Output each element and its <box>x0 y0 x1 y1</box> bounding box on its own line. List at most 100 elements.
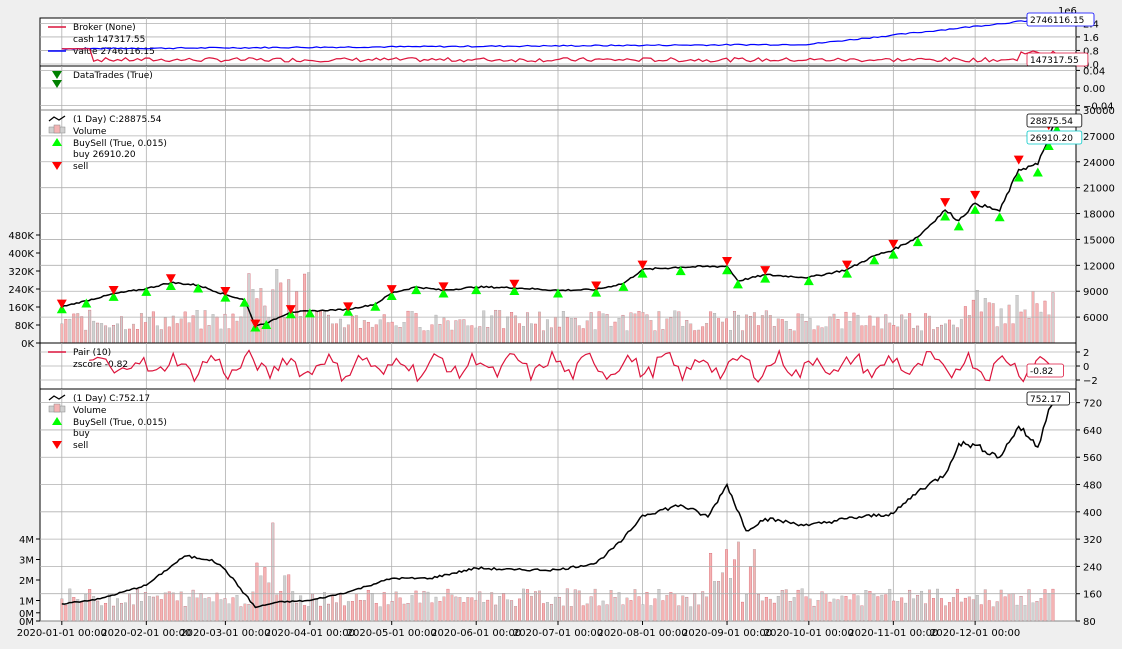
volume-bar <box>764 310 768 344</box>
volume-bar <box>251 591 255 622</box>
volume-bar <box>135 329 139 344</box>
volume-bar <box>231 313 235 344</box>
volume-bar <box>593 329 597 344</box>
volume-bar <box>414 313 418 344</box>
volume-tick-label: 0K <box>21 339 34 350</box>
volume-bar <box>737 541 740 622</box>
volume-bar <box>64 319 68 344</box>
volume-bar <box>916 595 920 622</box>
volume-tick-label: 240K <box>8 285 34 296</box>
volume-bar <box>362 600 366 622</box>
volume-bar <box>151 311 155 344</box>
volume-bar <box>808 598 812 622</box>
volume-bar <box>589 596 593 622</box>
volume-bar <box>1019 311 1023 344</box>
volume-bar <box>804 321 808 344</box>
volume-bar <box>561 605 565 622</box>
volume-bar <box>912 598 916 622</box>
volume-bar <box>151 596 155 622</box>
volume-bar <box>482 310 486 344</box>
volume-bar <box>402 603 406 622</box>
volume-bar <box>159 329 163 344</box>
volume-bar <box>331 595 334 622</box>
volume-bar <box>581 605 585 622</box>
volume-bar <box>1011 323 1015 344</box>
volume-bar <box>147 317 151 344</box>
volume-bar <box>211 314 215 344</box>
volume-bar <box>760 600 764 622</box>
volume-bar <box>1043 589 1047 622</box>
volume-bar <box>426 591 430 622</box>
volume-bar <box>645 592 649 622</box>
volume-bar <box>243 305 247 344</box>
volume-bar <box>406 603 410 622</box>
volume-bar <box>128 593 131 622</box>
volume-bar <box>538 311 541 344</box>
volume-bar <box>398 327 402 344</box>
volume-bar <box>689 323 693 344</box>
volume-bar <box>442 596 446 622</box>
volume-bar <box>370 326 374 344</box>
volume-bar <box>124 329 127 344</box>
volume-bar <box>884 594 888 622</box>
volume-tick-label: 2M <box>19 576 34 587</box>
volume-bar <box>629 600 633 622</box>
volume-bar <box>438 324 442 344</box>
volume-bar <box>458 319 462 344</box>
volume-bar <box>621 604 625 622</box>
legend-label: Volume <box>73 127 107 137</box>
y-tick-label: 80 <box>1083 617 1096 628</box>
volume-bar <box>319 310 322 344</box>
panel-data1: 720640560480400320240160804M3M2M1M0M0M (… <box>17 388 1102 639</box>
panel-data0: 30000 27000 24000 21000 18000 15000 12000 9000 6… <box>8 106 1114 350</box>
volume-bar <box>569 318 573 344</box>
volume-bar <box>323 592 326 622</box>
volume-bar <box>522 326 525 344</box>
volume-bar <box>975 595 979 622</box>
volume-bar <box>617 592 621 622</box>
volume-bar <box>291 591 295 622</box>
volume-bar <box>756 325 760 344</box>
volume-bar <box>116 323 119 344</box>
volume-tick-label: 160K <box>8 303 34 314</box>
volume-bar <box>291 315 295 344</box>
volume-bar <box>96 600 100 622</box>
volume-bar <box>872 325 876 344</box>
volume-bar <box>928 589 931 622</box>
value-tag-value: 2746116.15 <box>1030 16 1084 26</box>
volume-bar <box>999 589 1003 622</box>
volume-bar <box>311 315 315 344</box>
volume-bar <box>713 313 717 344</box>
volume-bar <box>163 317 167 344</box>
y-tick-label: 9000 <box>1083 287 1108 298</box>
volume-tick-label: 80K <box>15 321 35 332</box>
volume-bar <box>470 325 474 344</box>
volume-bar <box>259 575 263 622</box>
value-tag-close: 752.17 <box>1030 395 1062 405</box>
legend-volume <box>53 124 61 134</box>
volume-bar <box>1027 589 1031 622</box>
volume-bar <box>406 310 410 344</box>
volume-bar <box>677 311 681 344</box>
volume-bar <box>382 314 386 344</box>
volume-bar <box>880 594 884 622</box>
volume-bar <box>175 600 179 622</box>
volume-bar <box>390 321 394 344</box>
volume-bar <box>717 581 721 622</box>
volume-bar <box>557 597 561 622</box>
volume-bar <box>100 323 104 344</box>
volume-bar <box>717 318 721 344</box>
volume-bar <box>705 323 709 344</box>
volume-bar <box>223 313 227 344</box>
volume-bar <box>490 592 494 622</box>
volume-bar <box>478 326 482 344</box>
volume-bar <box>450 329 454 344</box>
y-tick-label: 21000 <box>1083 184 1115 195</box>
volume-bar <box>820 591 824 622</box>
volume-bar <box>613 321 617 344</box>
volume-bar <box>824 326 828 344</box>
volume-bar <box>673 593 677 622</box>
volume-bar <box>987 600 991 622</box>
volume-bar <box>104 325 108 344</box>
y-tick-label: 640 <box>1083 426 1102 437</box>
